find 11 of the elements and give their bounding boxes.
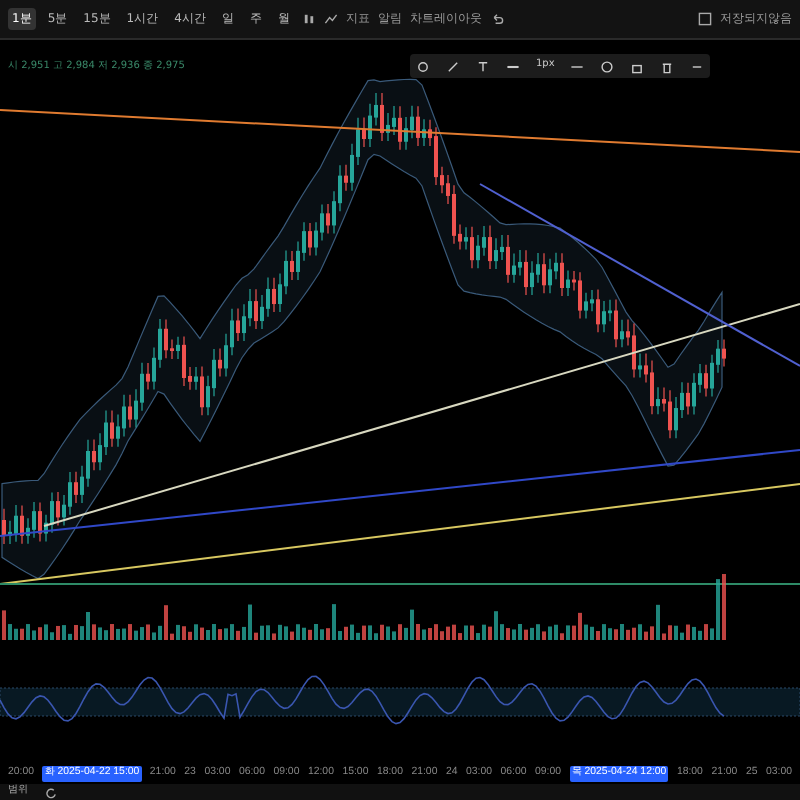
reset-icon[interactable] xyxy=(44,785,58,799)
trash-icon[interactable] xyxy=(660,59,675,73)
candle-icon[interactable] xyxy=(301,12,316,26)
undo-icon[interactable] xyxy=(489,12,504,26)
checkbox-icon[interactable] xyxy=(698,12,712,26)
trend-line[interactable] xyxy=(0,449,800,537)
indicator-icon[interactable] xyxy=(323,12,338,26)
pencil-icon[interactable] xyxy=(446,59,460,73)
text-icon[interactable] xyxy=(476,59,490,73)
trend-line[interactable] xyxy=(479,183,800,367)
trend-line[interactable] xyxy=(0,109,800,153)
